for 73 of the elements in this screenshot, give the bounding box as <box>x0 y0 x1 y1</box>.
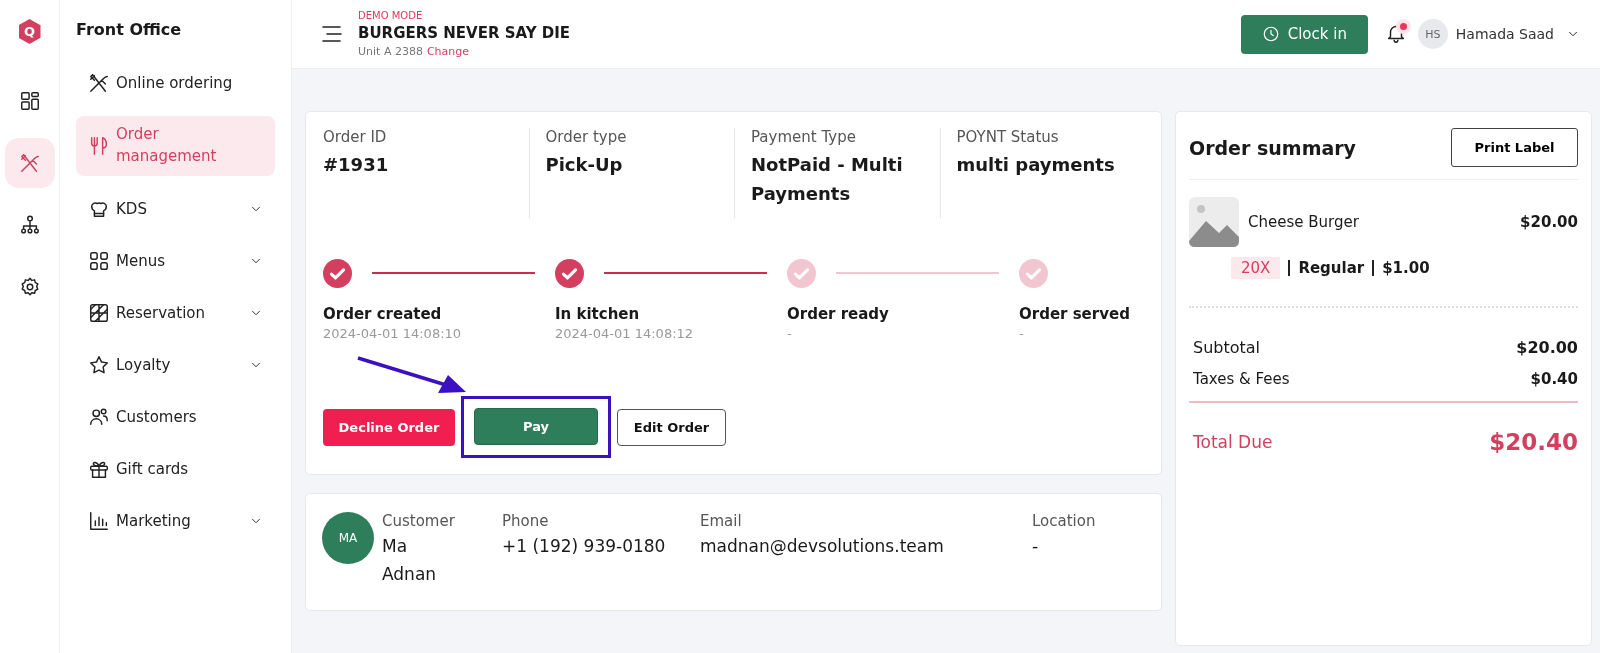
logo: Q <box>18 19 41 44</box>
fork-knife-icon <box>88 134 110 157</box>
restaurant-name: BURGERS NEVER SAY DIE <box>358 22 572 43</box>
clock-in-button[interactable]: Clock in <box>1240 14 1368 54</box>
step-label: Order ready <box>787 305 890 323</box>
decline-button[interactable]: Decline Order <box>323 408 455 446</box>
dashboard-icon <box>18 90 41 112</box>
quantity-tag: 20X <box>1231 257 1281 279</box>
cutlery-nav-button[interactable] <box>4 138 55 188</box>
change-link[interactable]: Change <box>426 42 470 60</box>
cutlery-icon <box>18 152 41 174</box>
sidebar-item[interactable]: KDS <box>76 189 275 228</box>
variant-price: $1.00 <box>1382 259 1430 277</box>
field-value: - <box>1032 535 1040 558</box>
field-label: POYNT Status <box>956 128 1060 146</box>
unit-label: Unit A 2388 <box>358 43 423 60</box>
field-label: Customer <box>382 512 456 530</box>
field-label: Order ID <box>323 128 388 146</box>
field-value: NotPaid - Multi Payments <box>751 153 904 206</box>
field-label: Order type <box>545 128 628 146</box>
item-price: $20.00 <box>1520 213 1578 231</box>
step-label: Order created <box>323 305 443 323</box>
customer-avatar: MA <box>322 512 374 564</box>
sidebar-item[interactable]: Reservation <box>76 293 275 332</box>
step-time: - <box>1019 326 1025 341</box>
sidebar-item[interactable]: Online ordering <box>76 64 275 102</box>
grid-icon <box>88 249 110 272</box>
total-value: $20.00 <box>1516 338 1578 357</box>
sidebar-item[interactable]: Marketing <box>76 501 275 540</box>
user-name: Hamada Saad <box>1455 26 1554 42</box>
field-value: Pick-Up <box>545 153 624 177</box>
star-icon <box>88 353 110 376</box>
step-label: In kitchen <box>555 305 641 323</box>
sidebar-item[interactable]: Order management <box>76 116 275 176</box>
variant-name: Regular <box>1298 259 1365 277</box>
step-time: 2024-04-01 14:08:12 <box>555 326 695 341</box>
user-avatar: HS <box>1417 19 1448 49</box>
sidebar-item[interactable]: Gift cards <box>76 449 275 488</box>
sidebar-title: Front Office <box>76 20 183 39</box>
pay-button[interactable]: Pay <box>474 408 598 445</box>
total-due-value: $20.40 <box>1489 429 1578 455</box>
image-placeholder-icon <box>1189 197 1239 247</box>
item-name: Cheese Burger <box>1248 213 1360 231</box>
field-value: Ma Adnan <box>382 535 438 586</box>
user-menu[interactable]: HS Hamada Saad <box>1417 19 1580 49</box>
sidebar-item[interactable]: Loyalty <box>76 345 275 384</box>
bar-chart-icon <box>88 509 110 532</box>
field-value: multi payments <box>956 153 1116 177</box>
total-due-label: Total Due <box>1193 432 1273 452</box>
total-label: Taxes & Fees <box>1193 370 1290 388</box>
summary-title: Order summary <box>1189 136 1356 159</box>
edit-button[interactable]: Edit Order <box>617 408 726 446</box>
people-icon <box>88 405 110 428</box>
field-value: madnan@devsolutions.team <box>700 535 945 558</box>
calendar-grid-icon <box>88 301 110 324</box>
hierarchy-icon <box>18 214 41 236</box>
step-label: Order served <box>1019 305 1131 323</box>
field-label: Email <box>700 512 743 530</box>
field-value: #1931 <box>323 153 390 177</box>
total-label: Subtotal <box>1193 338 1261 357</box>
demo-mode-label: DEMO MODE <box>358 8 424 23</box>
print-label-button[interactable]: Print Label <box>1451 128 1578 167</box>
cutlery-icon <box>88 72 110 94</box>
field-label: Payment Type <box>751 128 857 146</box>
step-time: - <box>787 326 793 341</box>
total-value: $0.40 <box>1530 370 1578 388</box>
sidebar-item[interactable]: Customers <box>76 397 275 436</box>
field-label: Phone <box>502 512 550 530</box>
field-label: Location <box>1032 512 1097 530</box>
field-value: +1 (192) 939-0180 <box>502 535 667 558</box>
step-time: 2024-04-01 14:08:10 <box>323 326 463 341</box>
clock-icon <box>1261 25 1280 43</box>
sidebar-item[interactable]: Menus <box>76 241 275 280</box>
